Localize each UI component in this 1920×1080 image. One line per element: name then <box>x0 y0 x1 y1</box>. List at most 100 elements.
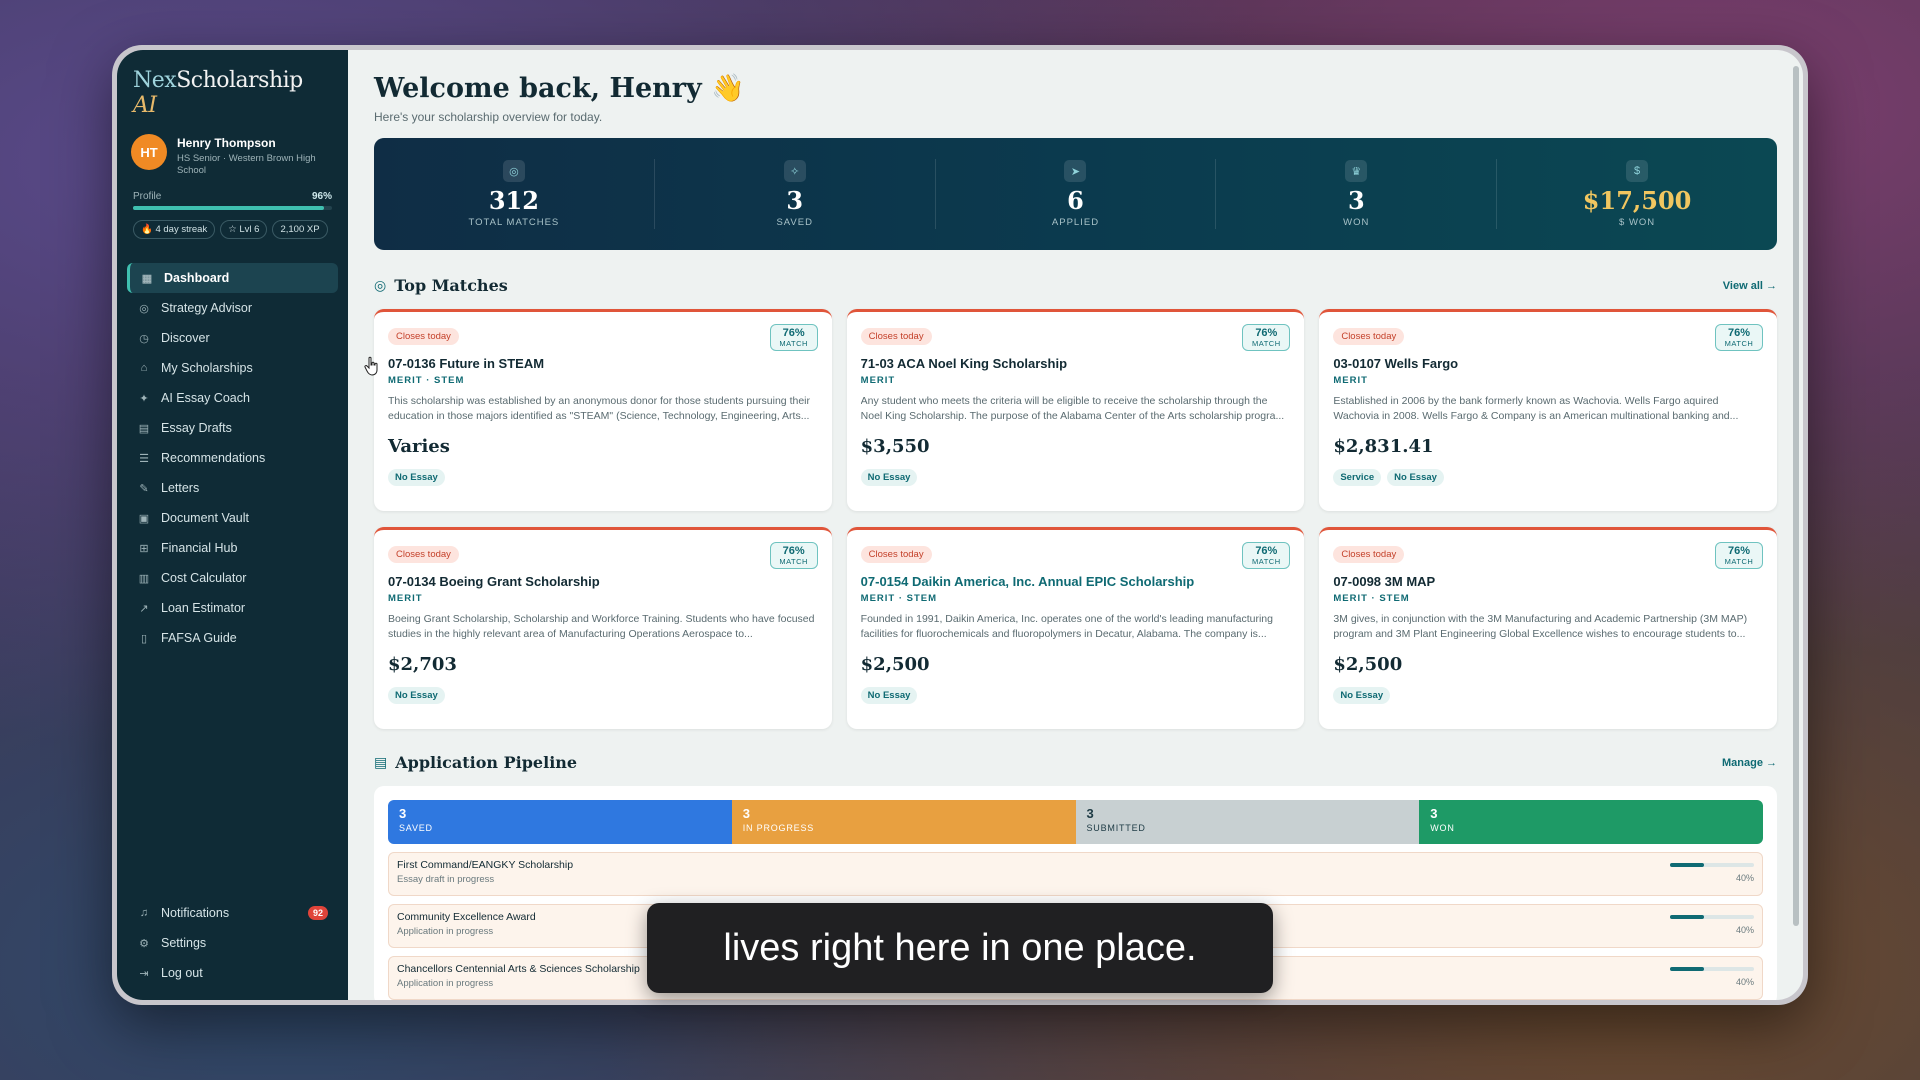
match-badge: 76% MATCH <box>1714 542 1763 569</box>
card-description: This scholarship was established by an a… <box>388 395 810 422</box>
nav-item-notifications[interactable]: ♫ Notifications 92 <box>127 898 338 928</box>
user-card[interactable]: HT Henry Thompson HS Senior · Western Br… <box>127 134 338 177</box>
nav-item-dashboard[interactable]: ▦ Dashboard <box>127 263 338 293</box>
card-amount: Varies <box>388 436 450 457</box>
nav-item-fafsa-guide[interactable]: ▯ FAFSA Guide <box>127 623 338 653</box>
calc-icon: ▥ <box>138 572 150 585</box>
progress-bar <box>1670 915 1754 919</box>
list-icon: ☰ <box>139 452 149 465</box>
pipeline-stage[interactable]: 3 SAVED <box>388 800 732 844</box>
stat-total-matches[interactable]: ◎ 312 TOTAL MATCHES <box>374 159 655 229</box>
nav-item-letters[interactable]: ✎ Letters <box>127 473 338 503</box>
pipeline-header: ▤ Application Pipeline Manage → <box>374 753 1777 772</box>
card-title[interactable]: 07-0154 Daikin America, Inc. Annual EPIC… <box>861 574 1291 589</box>
nav-item-ai-essay-coach[interactable]: ✦ AI Essay Coach <box>127 383 338 413</box>
card-amount: $3,550 <box>860 436 930 457</box>
pin-icon: ✧ <box>783 160 806 182</box>
cap-icon: ⌂ <box>140 362 148 374</box>
compass-icon: ◷ <box>139 332 149 345</box>
top-matches-header: ◎ Top Matches View all → <box>374 276 1777 295</box>
target-icon: ◎ <box>139 302 149 315</box>
card-tags: No Essay <box>860 687 1291 704</box>
tag: No Essay <box>860 469 918 486</box>
match-badge: 76% MATCH <box>769 542 818 569</box>
scholarship-card[interactable]: Closes today 76% MATCH 07-0136 Future in … <box>374 309 832 511</box>
scholarship-card[interactable]: Closes today 76% MATCH 07-0154 Daikin Ame… <box>846 527 1305 729</box>
nav-item-document-vault[interactable]: ▣ Document Vault <box>127 503 338 533</box>
tag: No Essay <box>1333 687 1391 704</box>
tag: No Essay <box>388 469 445 486</box>
stat-dollars-won[interactable]: $ $17,500 $ WON <box>1497 159 1777 229</box>
card-amount: $2,831.41 <box>1333 436 1434 457</box>
scholarship-card[interactable]: Closes today 76% MATCH 07-0134 Boeing Gra… <box>374 527 832 729</box>
match-badge: 76% MATCH <box>1714 324 1763 351</box>
card-tags: No Essay <box>1333 687 1763 704</box>
scrollbar[interactable] <box>1793 66 1799 926</box>
nav-item-strategy-advisor[interactable]: ◎ Strategy Advisor <box>127 293 338 323</box>
card-title[interactable]: 07-0136 Future in STEAM <box>388 356 818 371</box>
box-icon: ▣ <box>138 512 150 525</box>
nav-item-discover[interactable]: ◷ Discover <box>127 323 338 353</box>
progress-percent: 40% <box>1735 873 1754 883</box>
sidebar: NexScholarship AI HT Henry Thompson HS S… <box>117 50 348 1000</box>
user-subtitle: HS Senior · Western Brown High School <box>177 153 316 176</box>
nav-item-my-scholarships[interactable]: ⌂ My Scholarships <box>127 353 338 383</box>
card-category: MERIT · STEM <box>1333 593 1410 604</box>
grid-icon: ▦ <box>141 272 153 285</box>
profile-progress-bar <box>133 206 332 210</box>
deadline-badge: Closes today <box>1333 328 1405 345</box>
deadline-badge: Closes today <box>860 328 932 345</box>
match-badge: 76% MATCH <box>1242 542 1291 569</box>
book-icon: ▯ <box>140 632 148 645</box>
stat-saved[interactable]: ✧ 3 SAVED <box>655 159 936 229</box>
scholarship-card[interactable]: Closes today 76% MATCH 07-0098 3M MAP MER… <box>1319 527 1777 729</box>
mouse-cursor <box>364 356 378 376</box>
progress-percent: 40% <box>1735 977 1754 987</box>
main-content: Welcome back, Henry 👋 Here's your schola… <box>348 50 1803 1000</box>
card-title[interactable]: 03-0107 Wells Fargo <box>1333 356 1763 371</box>
card-title[interactable]: 07-0134 Boeing Grant Scholarship <box>388 574 818 589</box>
pipeline-stage[interactable]: 3 WON <box>1419 800 1763 844</box>
deadline-badge: Closes today <box>388 546 459 563</box>
streak-chip: 🔥 4 day streak <box>133 220 216 239</box>
trend-icon: ↗ <box>139 602 149 615</box>
scholarship-card[interactable]: Closes today 76% MATCH 71-03 ACA Noel Kin… <box>846 309 1305 511</box>
stat-won[interactable]: ♛ 3 WON <box>1216 159 1498 229</box>
gamification-chips: 🔥 4 day streak ☆ Lvl 6 2,100 XP <box>127 220 338 239</box>
card-title[interactable]: 07-0098 3M MAP <box>1333 574 1763 589</box>
card-category: MERIT <box>388 593 423 604</box>
card-category: MERIT <box>860 375 896 386</box>
manage-link[interactable]: Manage → <box>1722 757 1777 769</box>
pipeline-stage[interactable]: 3 SUBMITTED <box>1075 800 1420 844</box>
view-all-link[interactable]: View all → <box>1723 280 1777 292</box>
nav-item-settings[interactable]: ⚙ Settings <box>127 928 338 958</box>
nav-item-loan-estimator[interactable]: ↗ Loan Estimator <box>127 593 338 623</box>
nav-item-recommendations[interactable]: ☰ Recommendations <box>127 443 338 473</box>
logout-icon: ⇥ <box>139 967 149 980</box>
nav-item-essay-drafts[interactable]: ▤ Essay Drafts <box>127 413 338 443</box>
card-category: MERIT · STEM <box>388 375 465 386</box>
pipeline-row[interactable]: First Command/EANGKY Scholarship Essay d… <box>388 852 1763 896</box>
brand-logo[interactable]: NexScholarship AI <box>127 68 338 118</box>
card-tags: No Essay <box>388 687 818 704</box>
video-caption: lives right here in one place. <box>647 903 1273 993</box>
nav-item-financial-hub[interactable]: ⊞ Financial Hub <box>127 533 338 563</box>
card-description: Founded in 1991, Daikin America, Inc. op… <box>860 613 1273 640</box>
stat-applied[interactable]: ➤ 6 APPLIED <box>936 159 1217 229</box>
nav-item-cost-calculator[interactable]: ▥ Cost Calculator <box>127 563 338 593</box>
section-title: Application Pipeline <box>395 753 578 772</box>
page-title: Welcome back, Henry 👋 <box>374 73 745 104</box>
nav-item-logout[interactable]: ⇥ Log out <box>127 958 338 988</box>
card-description: Any student who meets the criteria will … <box>860 395 1285 422</box>
progress-percent: 40% <box>1735 925 1754 935</box>
target-icon: ◎ <box>502 160 525 182</box>
deadline-badge: Closes today <box>388 328 459 345</box>
card-amount: $2,703 <box>388 654 457 675</box>
bottom-nav: ♫ Notifications 92 ⚙ Settings ⇥ Log out <box>127 898 338 1000</box>
pipeline-stage[interactable]: 3 IN PROGRESS <box>731 800 1076 844</box>
card-description: Established in 2006 by the bank formerly… <box>1333 395 1739 422</box>
match-badge: 76% MATCH <box>1242 324 1291 351</box>
card-tags: No Essay <box>860 469 1291 486</box>
scholarship-card[interactable]: Closes today 76% MATCH 03-0107 Wells Farg… <box>1319 309 1777 511</box>
card-title[interactable]: 71-03 ACA Noel King Scholarship <box>861 356 1291 371</box>
